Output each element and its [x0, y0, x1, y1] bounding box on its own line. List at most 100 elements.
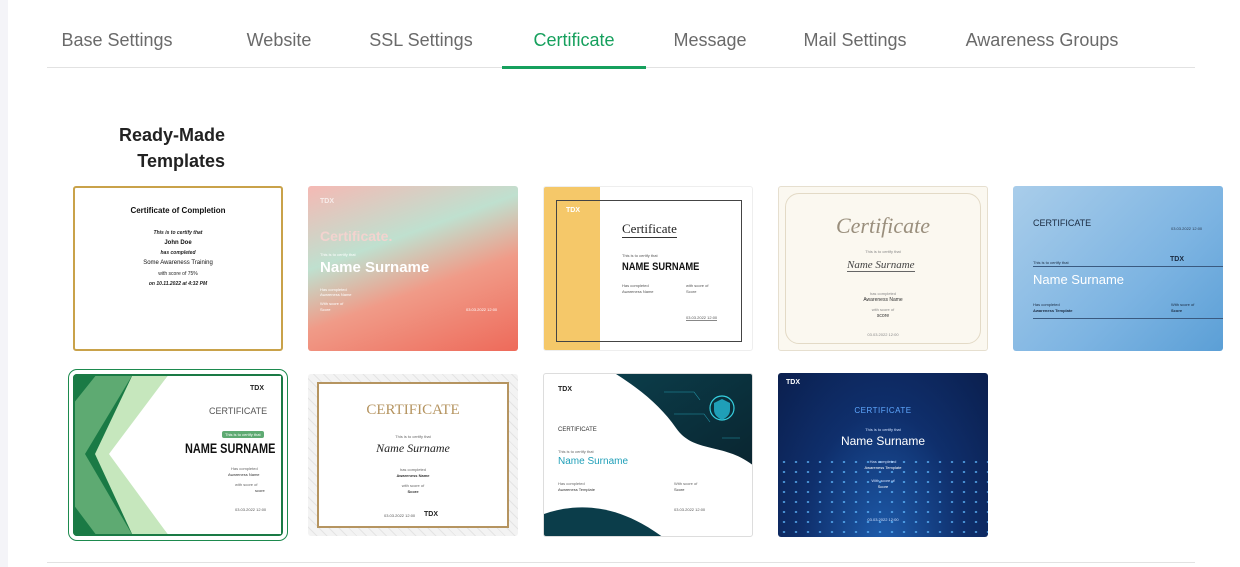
cert-with-score: With score of: [320, 301, 344, 306]
cert-name: Name Surname: [1033, 272, 1125, 287]
tdx-logo: TDX: [786, 379, 800, 386]
cert-title: CERTIFICATE: [366, 402, 460, 418]
tab-certificate[interactable]: Certificate: [502, 0, 646, 69]
cert-title: CERTIFICATE: [854, 406, 912, 415]
cert-has-completed: Has completed: [622, 283, 649, 288]
cert-name: Name Surname: [376, 441, 450, 455]
cert-name: Name Surname: [840, 434, 926, 448]
template-card-yellow-frame[interactable]: TDX Certificate This is to certify that …: [543, 186, 753, 351]
cert-title: Certificate: [835, 213, 931, 238]
cert-awareness: Awareness Template: [864, 465, 902, 470]
cert-certify-text: This is to certify that: [320, 252, 356, 257]
bottom-divider: [47, 562, 1195, 563]
cert-with-score: with score of: [235, 482, 258, 487]
cert-certify-text: This is to certify that: [865, 427, 901, 432]
tdx-logo: TDX: [250, 385, 264, 392]
cert-score: Score: [320, 307, 331, 312]
tab-website[interactable]: Website: [225, 0, 333, 68]
cert-title: Certificate of Completion: [130, 206, 226, 215]
cert-has-completed: Has completed: [1033, 302, 1060, 307]
tab-base-settings[interactable]: Base Settings: [47, 0, 187, 68]
cert-score: Score: [1171, 308, 1183, 313]
cert-has-completed: Has completed: [558, 481, 585, 486]
cert-title: Certificate.: [320, 228, 393, 244]
template-card-gradient[interactable]: TDX Certificate. This is to certify that…: [308, 186, 518, 351]
cert-with-score: with score of: [686, 283, 709, 288]
cert-score: Score: [674, 487, 685, 492]
tdx-logo: TDX: [1170, 256, 1184, 263]
cert-certify-text: This is to certify that: [622, 253, 658, 258]
cert-with-score: With score of: [1171, 302, 1195, 307]
cert-date: 03.03.2022 12:00: [867, 517, 899, 522]
divider: [1033, 318, 1223, 319]
cert-training: Some Awareness Training: [143, 260, 213, 266]
tdx-logo: TDX: [558, 386, 572, 393]
cert-name: NAME SURNAME: [622, 261, 700, 273]
cert-date: 03.03.2022 12:00: [466, 307, 498, 312]
cert-has-completed: Has completed: [869, 459, 897, 464]
left-edge-strip: [0, 0, 8, 567]
cert-certify-text: This is to certify that: [1033, 260, 1069, 265]
template-card-cyber[interactable]: TDX CERTIFICATE This is to certify that …: [543, 373, 753, 537]
cert-score: score: [255, 488, 265, 493]
cert-awareness: Awareness Name: [622, 289, 654, 294]
cert-awareness: Awareness Name: [228, 472, 260, 477]
cert-score: Score: [686, 289, 697, 294]
cert-title: Certificate: [622, 221, 677, 238]
template-card-green[interactable]: TDX CERTIFICATE This is to certify that …: [68, 369, 288, 541]
cert-name: Name Surname: [320, 259, 430, 276]
cert-has-completed: has completed: [399, 467, 426, 472]
cert-name: Name Surname: [558, 456, 629, 467]
template-card-completion[interactable]: Certificate of Completion This is to cer…: [73, 186, 283, 351]
template-card-night-blue[interactable]: TDX CERTIFICATE This is to certify that …: [778, 373, 988, 537]
cert-awareness: Awareness Name: [396, 473, 430, 478]
cert-date: 03.03.2022 12:00: [674, 507, 706, 512]
tdx-logo: TDX: [320, 198, 334, 205]
cert-date: on 10.11.2022 at 4:32 PM: [148, 281, 208, 287]
cert-score: Score: [407, 489, 419, 494]
template-card-gold-frame[interactable]: CERTIFICATE This is to certify that Name…: [308, 374, 518, 536]
cert-with-score: with score of: [401, 483, 425, 488]
tab-message[interactable]: Message: [657, 0, 763, 68]
cert-score: score: [876, 313, 890, 319]
cert-score: with score of 75%: [158, 271, 198, 277]
ready-made-templates-title: Ready-Made Templates: [118, 125, 225, 171]
cert-score: Score: [877, 484, 889, 489]
tdx-logo: TDX: [424, 511, 438, 518]
cert-has-completed: has completed: [160, 250, 196, 256]
cert-with-score: with score of: [871, 307, 895, 312]
tab-awareness-groups[interactable]: Awareness Groups: [947, 0, 1137, 68]
cert-date: 03.03.2022 12:00: [867, 332, 899, 337]
cert-awareness: Awareness Template: [1033, 308, 1073, 313]
cert-has-completed: Has completed: [231, 466, 258, 471]
template-card-ornamental[interactable]: Certificate This is to certify that Name…: [778, 186, 988, 351]
divider: [1033, 266, 1223, 267]
cert-title: CERTIFICATE: [1033, 218, 1092, 228]
cert-awareness: Awareness Template: [558, 487, 595, 492]
tab-ssl-settings[interactable]: SSL Settings: [355, 0, 487, 68]
cert-title: CERTIFICATE: [558, 427, 597, 433]
cert-with-score: With score of: [674, 481, 698, 486]
cert-date: 03.03.2022 12:00: [384, 513, 416, 518]
cert-has-completed: has completed: [869, 291, 896, 296]
cert-date: 03.03.2022 12:00: [235, 507, 267, 512]
cert-certify-badge: This is to certify that: [222, 431, 264, 438]
cert-with-score: With score of: [871, 478, 895, 483]
cert-certify-text: This is to certify that: [865, 249, 901, 254]
tab-mail-settings[interactable]: Mail Settings: [785, 0, 925, 68]
cert-name: NAME SURNAME: [185, 440, 276, 456]
cert-awareness: Awareness Name: [863, 297, 903, 303]
settings-tab-bar: Base Settings Website SSL Settings Certi…: [47, 0, 1195, 69]
template-card-blue[interactable]: CERTIFICATE 03.03.2022 12:00 This is to …: [1013, 186, 1223, 351]
cert-title: CERTIFICATE: [209, 406, 268, 416]
tdx-logo: TDX: [566, 207, 580, 214]
cert-top-date: 03.03.2022 12:00: [1171, 226, 1203, 231]
cert-name: Name Surname: [847, 259, 915, 272]
cert-date: 03.03.2022 12:00: [686, 315, 718, 321]
cert-certify-text: This is to certify that: [558, 449, 594, 454]
cert-certify-text: This is to certify that: [395, 434, 431, 439]
cert-certify-text: This is to certify that: [153, 230, 203, 236]
cert-name: John Doe: [164, 240, 192, 246]
template-preview: Certificate of Completion This is to cer…: [75, 188, 281, 349]
cert-awareness: Awareness Name: [320, 292, 352, 297]
